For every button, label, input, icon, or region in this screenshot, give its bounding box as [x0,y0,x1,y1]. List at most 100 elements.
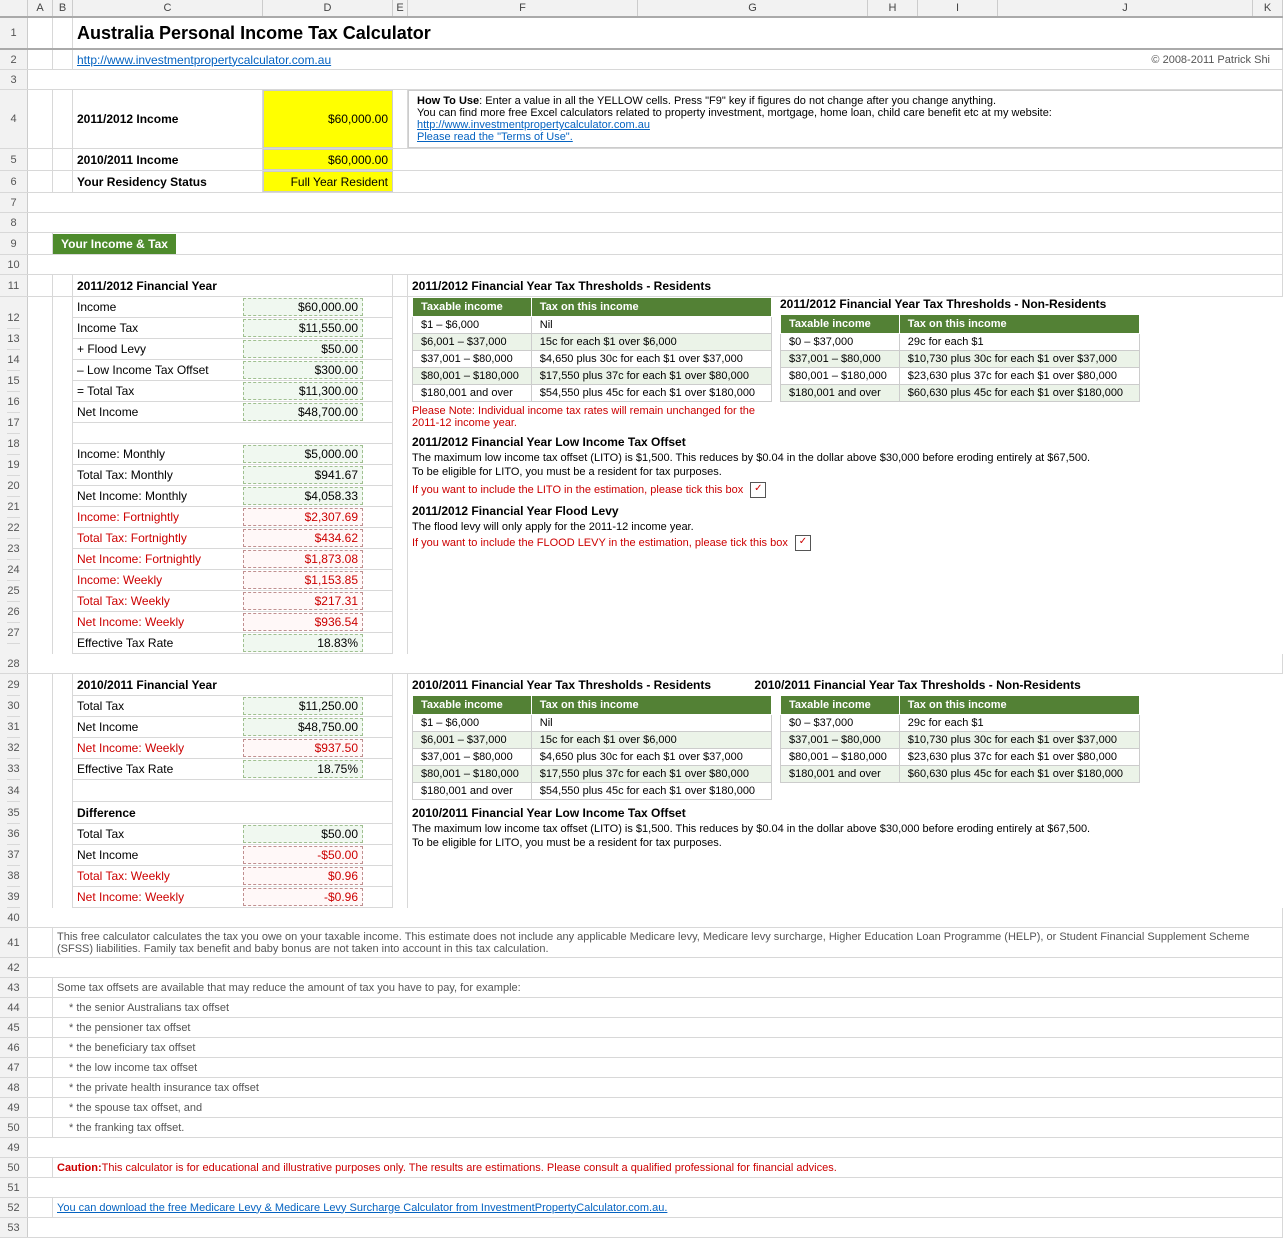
col-header-c: C [73,0,263,16]
fy2011-income-monthly-value: $5,000.00 [243,445,363,463]
fy2011-row-17: Net Income $48,700.00 [73,402,392,423]
fy2011-effectivetax-value: 18.83% [243,634,363,652]
disclaimer-text: This free calculator calculates the tax … [53,928,1283,957]
cell-row51 [28,1178,1283,1197]
thresh-res-2010-block: Taxable income Tax on this income $1 – $… [412,695,772,800]
table-cell-income: $180,001 and over [413,385,532,402]
cell-a6 [28,171,53,192]
row-num-52: 52 [0,1198,28,1217]
how-to-link[interactable]: http://www.investmentpropertycalculator.… [417,119,650,131]
row-53: 53 [0,1218,1283,1238]
fy2011-data-panel: Income $60,000.00 Income Tax $11,550.00 … [73,297,393,654]
row-3: 3 [0,70,1283,90]
rn-35h: 34 [7,780,19,802]
fy2011-incometax-label: Income Tax [73,321,243,335]
thresh-nonres-2011-col1: Taxable income [781,315,900,334]
fy2011-row-netincome-monthly: Net Income: Monthly $4,058.33 [73,486,392,507]
fy2011-row-19: Income: Monthly $5,000.00 [73,444,392,465]
table-cell-tax: $60,630 plus 45c for each $1 over $180,0… [899,385,1139,402]
cell-row28 [28,654,1283,673]
cell-a5 [28,149,53,170]
fy2011-income-label: Income [73,300,243,314]
caution-text-content: This calculator is for educational and i… [102,1162,837,1174]
fy2011-totaltax-weekly-label: Total Tax: Weekly [73,594,243,608]
table-cell-income: $180,001 and over [781,385,900,402]
how-to-text1: : Enter a value in all the YELLOW cells.… [479,95,996,107]
rn-38: 38 [7,866,19,887]
cell-b1 [53,18,73,48]
lito-2011-block: 2011/2012 Financial Year Low Income Tax … [412,435,1279,498]
rn-offset-1: 45 [0,1018,28,1037]
offset-row-6: 50* the franking tax offset. [0,1118,1283,1138]
fy2010-totaltax-label: Total Tax [73,699,243,713]
thresholds-2011-tables: Taxable income Tax on this income $1 – $… [412,297,1279,429]
residency-input[interactable]: Full Year Resident [263,171,393,192]
cell-e4 [393,90,408,148]
cell-row8 [28,213,1283,232]
table-cell-income: $180,001 and over [781,766,900,783]
lito-2011-checkbox-row: If you want to include the LITO in the e… [412,482,1279,498]
offset-row-1: 45 * the pensioner tax offset [0,1018,1283,1038]
rn-offset-3: 47 [0,1058,28,1077]
table-cell-income: $1 – $6,000 [413,317,532,334]
lito-2010-para2: To be eligible for LITO, you must be a r… [412,837,1279,849]
right-thresholds-panel: Taxable income Tax on this income $1 – $… [408,297,1283,654]
fy2011-netincome-fortnightly-value: $1,873.08 [243,550,363,568]
cell-a-offset-0 [28,998,53,1017]
offset-item-1: * the pensioner tax offset [53,1018,1283,1037]
row-num-6: 6 [0,171,28,192]
lito-2011-checkbox[interactable]: ✓ [750,482,766,498]
fy2011-row-12: Income $60,000.00 [73,297,392,318]
row-41: 41 This free calculator calculates the t… [0,928,1283,958]
fy2011-row-totaltax-monthly: Total Tax: Monthly $941.67 [73,465,392,486]
lito-2010-title: 2010/2011 Financial Year Low Income Tax … [412,806,1279,820]
fy2011-income-fortnightly-value: $2,307.69 [243,508,363,526]
row-42: 42 [0,958,1283,978]
fy2011-floodlevy-label: + Flood Levy [73,342,243,356]
offset-row-0: 44* the senior Australians tax offset [0,998,1283,1018]
col-b-2010 [53,674,73,908]
rn-18: 18 [7,434,19,455]
row-34-spacer [73,780,392,802]
thresh-nonres-2011-block: 2011/2012 Financial Year Tax Thresholds … [780,297,1140,429]
lito-2011-para2: To be eligible for LITO, you must be a r… [412,466,1279,478]
rn-23: 23 [7,539,19,560]
fy2011-effectivetax-label: Effective Tax Rate [73,636,243,650]
rn-19: 19 [7,455,19,476]
table-cell-income: $80,001 – $180,000 [413,766,532,783]
row-num-3: 3 [0,70,28,89]
flood-levy-2011-checkbox[interactable]: ✓ [795,535,811,551]
download-link[interactable]: You can download the free Medicare Levy … [57,1202,667,1214]
table-cell-income: $6,001 – $37,000 [413,334,532,351]
fy2011-netincome-label: Net Income [73,405,243,419]
fy2011-totaltax-value: $11,300.00 [243,382,363,400]
table-cell-income: $180,001 and over [413,783,532,800]
cell-a50 [28,1158,53,1177]
main-link[interactable]: http://www.investmentpropertycalculator.… [77,53,331,67]
terms-link[interactable]: Please read the "Terms of Use". [417,131,573,143]
col-b-data [53,297,73,654]
cell-a4 [28,90,53,148]
row-num-9: 9 [0,233,28,254]
row-50: 50 Caution: This calculator is for educa… [0,1158,1283,1178]
row-num-11: 11 [0,275,28,296]
thresh-res-2010-header: 2010/2011 Financial Year Tax Thresholds … [412,674,1279,692]
fy2011-row-effectivetax: Effective Tax Rate 18.83% [73,633,392,654]
rn-22: 22 [7,518,19,539]
income-2011-input[interactable]: $60,000.00 [263,90,393,148]
row-num-53: 53 [0,1218,28,1237]
cell-a-offset-2 [28,1038,53,1057]
flood-levy-2011-title: 2011/2012 Financial Year Flood Levy [412,504,1279,518]
rn-15: 15 [7,371,19,392]
rn-32: 32 [7,738,19,759]
cell-a-offset-3 [28,1058,53,1077]
row-nums-12-27: 12 13 14 15 16 17 18 19 20 21 22 23 24 2… [0,297,28,654]
income-2010-input[interactable]: $60,000.00 [263,149,393,170]
table-row: $180,001 and over$60,630 plus 45c for ea… [781,766,1140,783]
cell-a1 [28,18,53,48]
fy2010-netincome-value: $48,750.00 [243,718,363,736]
fy2010-netincome-weekly-row: Net Income: Weekly $937.50 [73,738,392,759]
row-num-50: 50 [0,1158,28,1177]
fy2011-row-netincome-fortnightly: Net Income: Fortnightly $1,873.08 [73,549,392,570]
fy2010-totaltax-row: Total Tax $11,250.00 [73,696,392,717]
